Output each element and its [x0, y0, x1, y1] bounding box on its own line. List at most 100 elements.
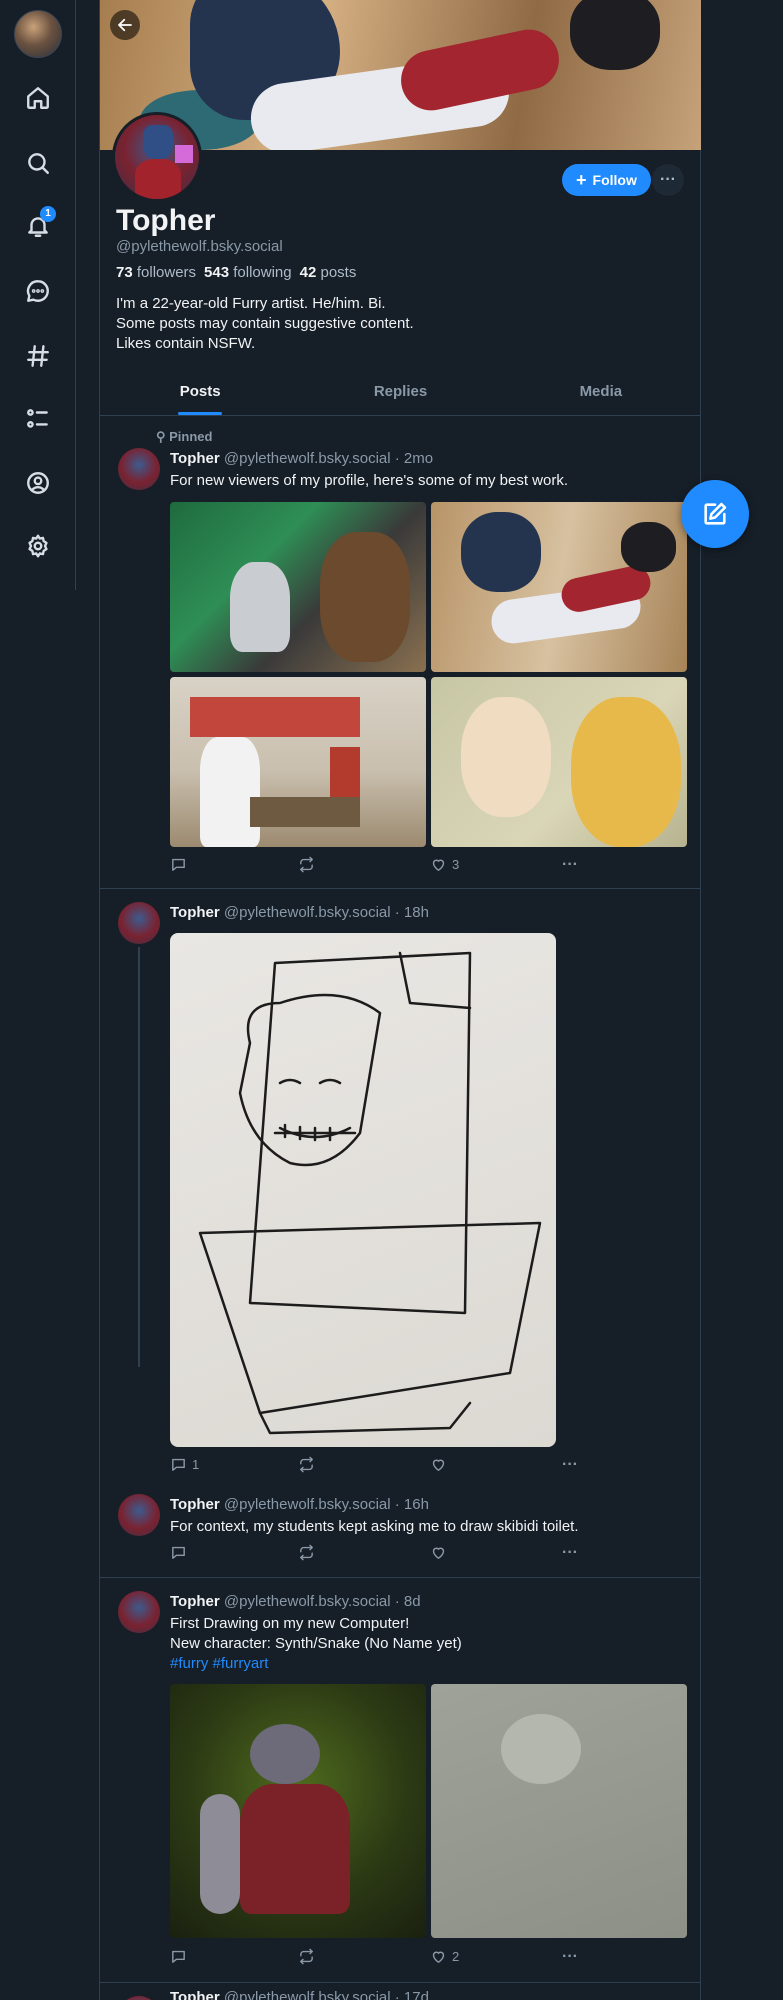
profile-display-name: Topher [116, 204, 216, 237]
current-user-avatar[interactable] [14, 10, 62, 58]
chat-icon [26, 280, 49, 302]
post-author-name[interactable]: Topher [170, 904, 220, 921]
post-more-button[interactable]: ··· [562, 1456, 578, 1474]
post-author-name[interactable]: Topher [170, 450, 220, 467]
like-button[interactable]: 3 [430, 856, 459, 873]
compose-button[interactable] [681, 480, 749, 548]
post-image[interactable] [431, 502, 687, 672]
image-shape [230, 562, 290, 652]
search-nav[interactable] [22, 147, 54, 179]
post-author-avatar[interactable] [118, 902, 160, 944]
image-shape [461, 512, 541, 592]
lists-nav[interactable] [22, 403, 54, 435]
tab-posts[interactable]: Posts [100, 372, 300, 415]
repost-button[interactable] [298, 1544, 315, 1561]
profile-bio: I'm a 22-year-old Furry artist. He/him. … [116, 294, 414, 354]
like-button[interactable] [430, 1456, 447, 1473]
post-text: First Drawing on my new Computer! New ch… [170, 1614, 462, 1674]
feeds-nav[interactable] [22, 340, 54, 372]
profile-nav[interactable] [22, 467, 54, 499]
pinned-indicator: ⚲ Pinned [156, 429, 212, 445]
more-icon: ··· [562, 1456, 578, 1473]
image-shape [501, 1714, 581, 1784]
bio-line: I'm a 22-year-old Furry artist. He/him. … [116, 295, 386, 312]
post-meta: @pylethewolf.bsky.social · 18h [223, 904, 429, 921]
like-button[interactable] [430, 1544, 447, 1561]
profile-handle: @pylethewolf.bsky.social [116, 238, 283, 255]
image-shape [320, 532, 410, 662]
feed-post[interactable]: ⚲ Pinned Topher @pylethewolf.bsky.social… [100, 416, 701, 889]
post-header: Topher @pylethewolf.bsky.social · 8d [170, 1593, 421, 1610]
following-link[interactable]: 543 following [204, 264, 292, 281]
like-button[interactable]: 2 [430, 1948, 459, 1965]
profile-avatar[interactable] [112, 112, 202, 202]
post-author-avatar[interactable] [118, 448, 160, 490]
post-more-button[interactable]: ··· [562, 856, 578, 874]
gear-icon [28, 534, 48, 558]
tab-media[interactable]: Media [501, 372, 701, 415]
notifications-nav[interactable]: 1 [22, 206, 56, 242]
post-actions: 1 ··· [170, 1456, 590, 1476]
repost-icon [300, 1948, 313, 1965]
home-nav[interactable] [22, 82, 54, 114]
banner-shape [570, 0, 660, 70]
post-image[interactable] [170, 502, 426, 672]
post-more-button[interactable]: ··· [562, 1544, 578, 1562]
notification-badge: 1 [40, 206, 56, 222]
follow-button[interactable]: + Follow [562, 164, 651, 196]
reply-button[interactable] [170, 1544, 187, 1561]
left-nav-rail: 1 [0, 0, 76, 590]
post-author-avatar[interactable] [118, 1494, 160, 1536]
sketch-drawing [198, 951, 542, 1435]
post-meta: @pylethewolf.bsky.social · 8d [223, 1593, 421, 1610]
avatar-shape [143, 125, 173, 159]
image-shape [200, 1794, 240, 1914]
feed-post[interactable]: Topher @pylethewolf.bsky.social · 18h 1 … [100, 889, 701, 1481]
feed-post[interactable]: Topher @pylethewolf.bsky.social · 16h Fo… [100, 1481, 701, 1578]
search-icon [28, 153, 49, 174]
post-meta: @pylethewolf.bsky.social · 2mo [223, 450, 434, 467]
post-image[interactable] [170, 1684, 426, 1938]
pinned-label: Pinned [169, 429, 213, 444]
image-shape [621, 522, 676, 572]
feed-post[interactable]: Topher @pylethewolf.bsky.social · 17d [100, 1983, 701, 2000]
post-author-name[interactable]: Topher [170, 1496, 220, 1513]
post-image[interactable] [431, 1684, 687, 1938]
tab-replies[interactable]: Replies [300, 372, 500, 415]
reply-button[interactable] [170, 1948, 187, 1965]
post-text-line: First Drawing on my new Computer! [170, 1615, 410, 1632]
post-author-name[interactable]: Topher [170, 1989, 220, 2000]
post-author-avatar[interactable] [118, 1591, 160, 1633]
feed-post[interactable]: Topher @pylethewolf.bsky.social · 8d Fir… [100, 1578, 701, 1983]
followers-label: followers [136, 264, 197, 281]
back-button[interactable] [110, 10, 140, 40]
post-author-name[interactable]: Topher [170, 1593, 220, 1610]
post-more-button[interactable]: ··· [562, 1948, 578, 1966]
post-actions: ··· [170, 1544, 590, 1564]
post-author-avatar[interactable] [118, 1996, 160, 2000]
repost-button[interactable] [298, 1948, 315, 1965]
image-shape [250, 1724, 320, 1784]
post-image[interactable] [431, 677, 687, 847]
repost-button[interactable] [298, 856, 315, 873]
more-icon: ··· [562, 1544, 578, 1561]
post-image[interactable] [170, 677, 426, 847]
post-meta: @pylethewolf.bsky.social · 16h [223, 1496, 429, 1513]
following-count: 543 [204, 264, 230, 281]
reply-button[interactable]: 1 [170, 1456, 199, 1473]
list-icon [27, 409, 48, 428]
repost-button[interactable] [298, 1456, 315, 1473]
followers-count: 73 [116, 264, 133, 281]
chat-nav[interactable] [22, 275, 54, 307]
post-image[interactable] [170, 933, 556, 1447]
image-shape [190, 697, 360, 737]
image-shape [240, 1784, 350, 1914]
reply-button[interactable] [170, 856, 187, 873]
followers-link[interactable]: 73 followers [116, 264, 196, 281]
profile-more-button[interactable]: ··· [652, 164, 684, 196]
settings-nav[interactable] [22, 530, 54, 562]
following-label: following [233, 264, 292, 281]
post-meta: @pylethewolf.bsky.social · 17d [223, 1989, 429, 2000]
image-shape [571, 697, 681, 847]
post-hashtags[interactable]: #furry #furryart [170, 1654, 462, 1674]
